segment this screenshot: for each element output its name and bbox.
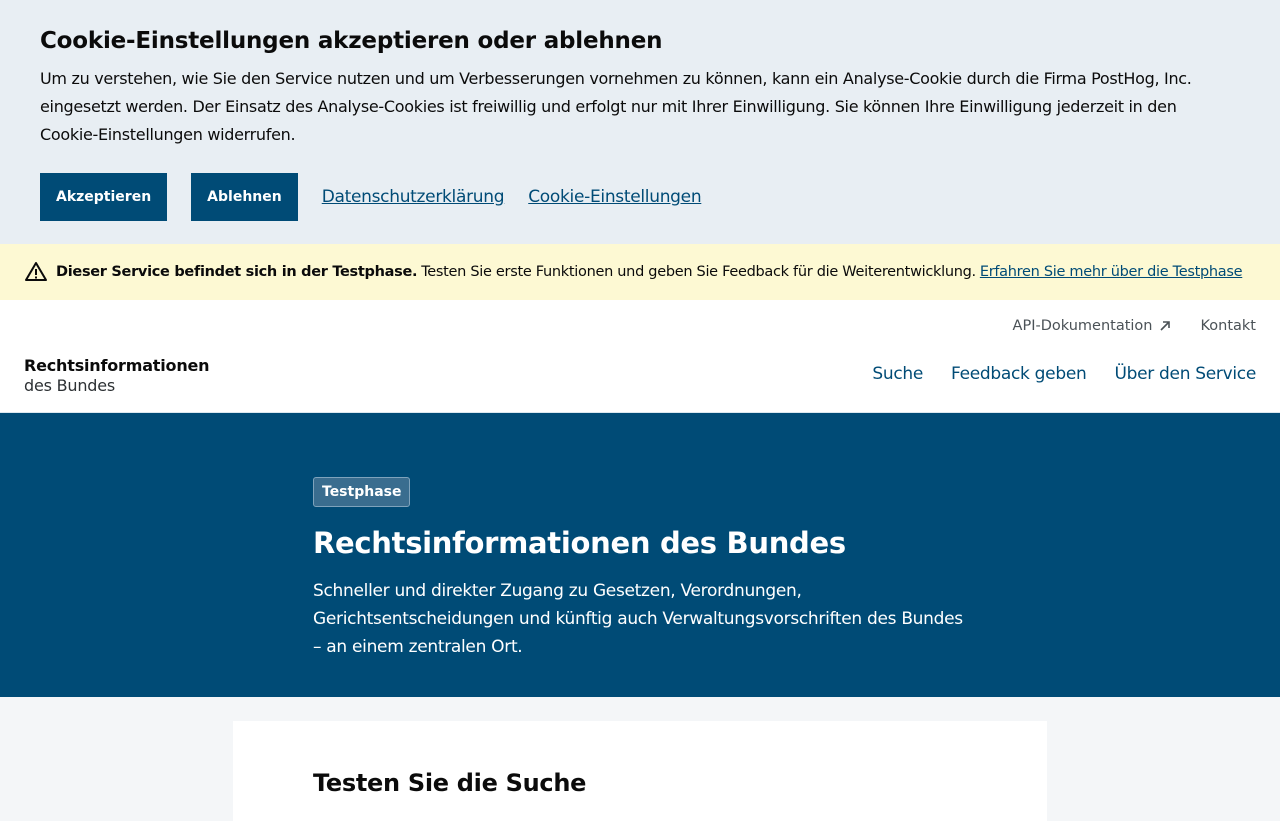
cookie-banner-title: Cookie-Einstellungen akzeptieren oder ab… [40, 28, 663, 54]
nav-search[interactable]: Suche [872, 364, 923, 384]
brand-line-1: Rechtsinformationen [24, 356, 210, 375]
search-teaser-card: Testen Sie die Suche [233, 721, 1047, 821]
api-docs-link[interactable]: API-Dokumentation [1013, 318, 1173, 334]
contact-link[interactable]: Kontakt [1200, 318, 1256, 334]
hero-content: Testphase Rechtsinformationen des Bundes… [313, 477, 973, 661]
search-teaser-title: Testen Sie die Suche [313, 769, 587, 797]
cookie-banner-actions: Akzeptieren Ablehnen Datenschutzerklärun… [40, 173, 1240, 221]
hero-title: Rechtsinformationen des Bundes [313, 526, 846, 560]
testphase-notice: Dieser Service befindet sich in der Test… [0, 244, 1280, 300]
notice-text: Testen Sie erste Funktionen und geben Si… [421, 264, 976, 280]
cookie-banner: Cookie-Einstellungen akzeptieren oder ab… [0, 0, 1280, 244]
privacy-policy-link[interactable]: Datenschutzerklärung [322, 187, 505, 207]
notice-bold-text: Dieser Service befindet sich in der Test… [56, 264, 418, 280]
meta-nav: API-Dokumentation Kontakt [985, 318, 1256, 334]
brand-line-2: des Bundes [24, 376, 116, 395]
hero-text: Schneller und direkter Zugang zu Gesetze… [313, 581, 963, 657]
cookie-banner-text: Um zu verstehen, wie Sie den Service nut… [40, 69, 1192, 144]
main-nav: Suche Feedback geben Über den Service [844, 364, 1256, 384]
testphase-badge: Testphase [313, 477, 411, 507]
testphase-info-link[interactable]: Erfahren Sie mehr über die Testphase [980, 264, 1243, 280]
external-link-icon [1158, 319, 1172, 333]
accept-button[interactable]: Akzeptieren [40, 173, 168, 221]
cookie-settings-link[interactable]: Cookie-Einstellungen [528, 187, 701, 207]
hero-section: Testphase Rechtsinformationen des Bundes… [0, 413, 1280, 697]
site-logo[interactable]: Rechtsinformationen des Bundes [24, 356, 210, 396]
nav-about[interactable]: Über den Service [1114, 364, 1256, 384]
reject-button[interactable]: Ablehnen [191, 173, 298, 221]
api-docs-label: API-Dokumentation [1012, 318, 1153, 334]
nav-feedback[interactable]: Feedback geben [951, 364, 1087, 384]
site-header: Rechtsinformationen des Bundes API-Dokum… [0, 300, 1280, 413]
warning-icon [24, 260, 48, 284]
